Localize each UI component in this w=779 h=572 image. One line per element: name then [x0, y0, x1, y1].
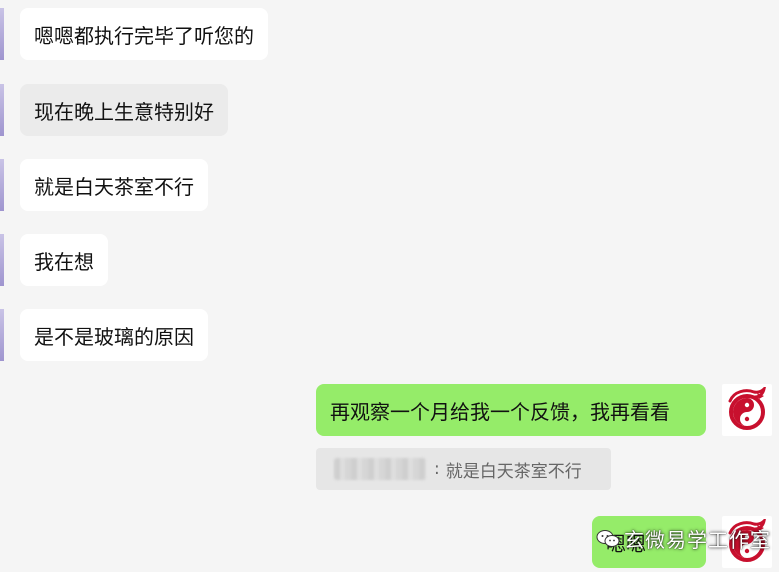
message-bubble-incoming[interactable]: 我在想 — [20, 234, 108, 286]
message-text: 就是白天茶室不行 — [34, 174, 194, 199]
message-bubble-incoming[interactable]: 现在晚上生意特别好 — [20, 84, 228, 136]
contact-avatar[interactable] — [0, 309, 4, 361]
message-text: 是不是玻璃的原因 — [34, 324, 194, 349]
message-bubble-incoming[interactable]: 就是白天茶室不行 — [20, 159, 208, 211]
watermark: 玄微易学工作室 — [596, 524, 771, 553]
message-bubble-incoming[interactable]: 嗯嗯都执行完毕了听您的 — [20, 8, 268, 60]
wechat-icon — [596, 529, 620, 549]
message-text: 现在晚上生意特别好 — [34, 99, 214, 124]
chat-window: 嗯嗯都执行完毕了听您的 现在晚上生意特别好 就是白天茶室不行 我在想 是不是玻璃… — [0, 0, 779, 572]
message-text: 再观察一个月给我一个反馈，我再看看 — [330, 399, 670, 424]
contact-avatar[interactable] — [0, 84, 4, 136]
message-text: 嗯嗯都执行完毕了听您的 — [34, 23, 254, 48]
my-avatar[interactable] — [722, 384, 772, 436]
contact-avatar[interactable] — [0, 234, 4, 286]
contact-avatar[interactable] — [0, 8, 4, 60]
message-bubble-outgoing[interactable]: 再观察一个月给我一个反馈，我再看看 — [316, 384, 706, 436]
watermark-text: 玄微易学工作室 — [624, 528, 771, 552]
quote-separator: : — [434, 459, 440, 479]
quote-text: 就是白天茶室不行 — [445, 461, 582, 482]
message-text: 我在想 — [34, 249, 94, 274]
blurred-sender-name — [334, 458, 426, 480]
dragon-taiji-logo-icon — [728, 387, 766, 430]
quoted-message[interactable]: : 就是白天茶室不行 — [316, 448, 611, 490]
contact-avatar[interactable] — [0, 159, 4, 211]
message-bubble-incoming[interactable]: 是不是玻璃的原因 — [20, 309, 208, 361]
